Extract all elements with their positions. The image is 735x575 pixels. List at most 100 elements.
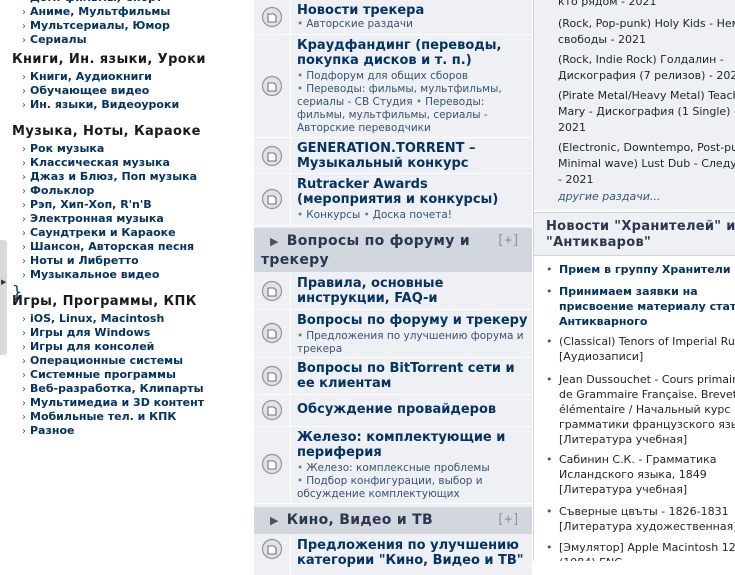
category-link[interactable]: › Ин. языки, Видеоуроки bbox=[22, 98, 206, 112]
forum-folder-icon bbox=[261, 188, 283, 210]
release-link[interactable]: (Electronic, Downtempo, Post-punk, Minim… bbox=[558, 140, 735, 188]
category-link[interactable]: › Веб-разработка, Клипарты bbox=[22, 382, 204, 396]
bullet-icon: › bbox=[22, 370, 26, 381]
latest-releases: кто рядом - 2021 (Rock, Pop-punk) Holy K… bbox=[534, 0, 735, 210]
release-link[interactable]: (Rock, Pop-punk) Holy Kids - Немного сво… bbox=[558, 16, 735, 48]
category-link[interactable]: › Разное bbox=[22, 424, 204, 438]
category-link[interactable]: › Музыкальное видео bbox=[22, 268, 201, 282]
forum-folder-icon bbox=[261, 280, 283, 302]
category-link[interactable]: › Мультимедиа и 3D контент bbox=[22, 396, 204, 410]
category-group-music: Музыка, Ноты, Караоке › Рок музыка › Класс… bbox=[12, 124, 201, 301]
forum-folder-icon bbox=[261, 538, 283, 560]
forum-row: Rutracker Awards (мероприятия и конкурсы… bbox=[254, 174, 532, 226]
news-item[interactable]: • Прием в группу Хранители bbox=[546, 262, 735, 277]
bullet-icon: › bbox=[22, 72, 26, 83]
category-link[interactable]: › Электронная музыка bbox=[22, 212, 201, 226]
news-item[interactable]: •(Classical) Tenors of Imperial Russia [… bbox=[546, 334, 735, 363]
category-link[interactable]: › Мультсериалы, Юмор bbox=[22, 19, 170, 33]
news-item[interactable]: • Сабинин С.К. - Грамматика Исландского я… bbox=[546, 452, 735, 496]
category-link[interactable]: › Аниме, Мультфильмы bbox=[22, 5, 170, 19]
forum-folder-icon bbox=[261, 453, 283, 475]
category-link[interactable]: › Шансон, Авторская песня bbox=[22, 240, 201, 254]
category-link[interactable]: › Обучающее видео bbox=[22, 84, 206, 98]
forum-title-link[interactable]: Предложения по улучшению категории "Кино… bbox=[297, 538, 528, 568]
subforum-link[interactable]: Подфорум для общих сборов bbox=[306, 70, 468, 82]
bullet-icon: › bbox=[22, 342, 26, 353]
release-link[interactable]: (Rock, Indie Rock) Голдалин - Дискографи… bbox=[558, 52, 735, 84]
category-link[interactable]: › Книги, Аудиокниги bbox=[22, 70, 206, 84]
category-link[interactable]: › Игры для Windows bbox=[22, 326, 204, 340]
category-link[interactable]: › Ноты и Либретто bbox=[22, 254, 201, 268]
category-link[interactable]: › Рэп, Хип-Хоп, R'n'B bbox=[22, 198, 201, 212]
category-link[interactable]: › Системные программы bbox=[22, 368, 204, 382]
bullet-icon: › bbox=[22, 86, 26, 97]
forum-title-link[interactable]: Железо: комплектующие и периферия bbox=[297, 430, 528, 460]
subforum-link[interactable]: Железо: комплексные проблемы bbox=[306, 462, 489, 474]
bullet-icon: › bbox=[22, 214, 26, 225]
news-header: Новости "Хранителей" и "Антикваров" bbox=[534, 212, 735, 256]
forum-title-link[interactable]: Вопросы по BitTorrent сети и ее клиентам bbox=[297, 361, 528, 391]
forum-title-link[interactable]: Вопросы по форуму и трекеру bbox=[297, 313, 528, 328]
news-item[interactable]: • Принимаем заявки на присвоение материал… bbox=[546, 284, 735, 328]
subforum-link[interactable]: Подбор конфигурации, выбор и обсуждение … bbox=[297, 475, 483, 500]
chevron-right-icon[interactable]: ▶ bbox=[1, 278, 6, 286]
release-link[interactable]: (Pirate Metal/Heavy Metal) Teach Every M… bbox=[558, 88, 735, 136]
category-heading: Музыка, Ноты, Караоке bbox=[12, 124, 201, 139]
right-panel: кто рядом - 2021 (Rock, Pop-punk) Holy K… bbox=[533, 0, 735, 561]
category-group-books: Книги, Ин. языки, Уроки › Книги, Аудиокни… bbox=[12, 50, 206, 112]
category-link[interactable]: › Джаз и Блюз, Поп музыка bbox=[22, 170, 201, 184]
news-item[interactable]: •[Эмулятор] Apple Macintosh 128K (1984) … bbox=[546, 540, 735, 561]
bullet-icon: › bbox=[22, 100, 26, 111]
bullet-icon: • bbox=[546, 541, 553, 554]
forum-title-link[interactable]: Rutracker Awards (мероприятия и конкурсы… bbox=[297, 177, 528, 207]
section-toggle-button[interactable]: [+] bbox=[497, 512, 520, 527]
forum-title-link[interactable]: Новости трекера bbox=[297, 3, 528, 18]
forum-row: Железо: комплектующие и периферия • Желез… bbox=[254, 427, 532, 504]
news-item[interactable]: • Jean Dussouchet - Cours primaire de Gra… bbox=[546, 372, 735, 446]
category-link[interactable]: › Сериалы bbox=[22, 33, 170, 47]
bullet-icon: › bbox=[22, 412, 26, 423]
bullet-icon: › bbox=[22, 158, 26, 169]
subforum-link[interactable]: Конкурсы bbox=[306, 209, 360, 221]
category-link[interactable]: › Фольклор bbox=[22, 184, 201, 198]
bullet-icon: • bbox=[546, 335, 553, 348]
section-toggle-button[interactable]: [+] bbox=[497, 233, 520, 248]
forum-title-link[interactable]: Краудфандинг (переводы, покупка дисков и… bbox=[297, 38, 528, 68]
category-link[interactable]: › Рок музыка bbox=[22, 142, 201, 156]
sidebar-collapse-handle[interactable] bbox=[0, 240, 7, 355]
forum-folder-icon bbox=[261, 6, 283, 28]
bullet-icon: › bbox=[22, 21, 26, 32]
subforum-link[interactable]: Авторские раздачи bbox=[306, 18, 413, 30]
category-link[interactable]: › Игры для консолей bbox=[22, 340, 204, 354]
section-header[interactable]: ▶ Кино, Видео и ТВ [+] bbox=[254, 507, 532, 534]
forum-row: Краудфандинг (переводы, покупка дисков и… bbox=[254, 35, 532, 138]
release-link[interactable]: кто рядом - 2021 bbox=[558, 0, 735, 10]
bullet-icon: › bbox=[22, 7, 26, 18]
bullet-icon: › bbox=[22, 384, 26, 395]
category-link[interactable]: › Саундтреки и Караоке bbox=[22, 226, 201, 240]
bullet-icon: › bbox=[22, 426, 26, 437]
forum-folder-icon bbox=[261, 399, 283, 421]
bullet-icon: › bbox=[22, 398, 26, 409]
forum-title-link[interactable]: Правила, основные инструкции, FAQ-и bbox=[297, 276, 528, 306]
forum-title-link[interactable]: Обсуждение провайдеров bbox=[297, 402, 528, 417]
category-link[interactable]: › Операционные системы bbox=[22, 354, 204, 368]
category-link[interactable]: › Мобильные тел. и КПК bbox=[22, 410, 204, 424]
bullet-icon: › bbox=[22, 270, 26, 281]
subforum-link[interactable]: Доска почета! bbox=[373, 209, 452, 221]
forum-title-link[interactable]: GENERATION.TORRENT – Музыкальный конкурс bbox=[297, 141, 528, 171]
expand-triangle-icon[interactable]: ▶ bbox=[270, 235, 279, 248]
bullet-icon: › bbox=[22, 172, 26, 183]
subforum-link[interactable]: Предложения по улучшению форума и трекер… bbox=[297, 330, 524, 355]
category-link[interactable]: › iOS, Linux, Macintosh bbox=[22, 312, 204, 326]
forum-row: GENERATION.TORRENT – Музыкальный конкурс bbox=[254, 138, 532, 174]
category-heading: Игры, Программы, КПК bbox=[12, 294, 197, 309]
category-link[interactable]: › Классическая музыка bbox=[22, 156, 201, 170]
news-item[interactable]: • Съверные цвъты - 1826-1831 [Литература … bbox=[546, 504, 735, 533]
more-releases-link[interactable]: другие раздачи... bbox=[558, 190, 660, 203]
forum-folder-icon bbox=[261, 145, 283, 167]
section-header[interactable]: ▶ Вопросы по форуму и трекеру [+] bbox=[254, 228, 532, 272]
forum-row: Новости трекера • Авторские раздачи bbox=[254, 0, 532, 35]
expand-triangle-icon[interactable]: ▶ bbox=[270, 514, 279, 527]
bullet-icon: • bbox=[546, 285, 553, 298]
